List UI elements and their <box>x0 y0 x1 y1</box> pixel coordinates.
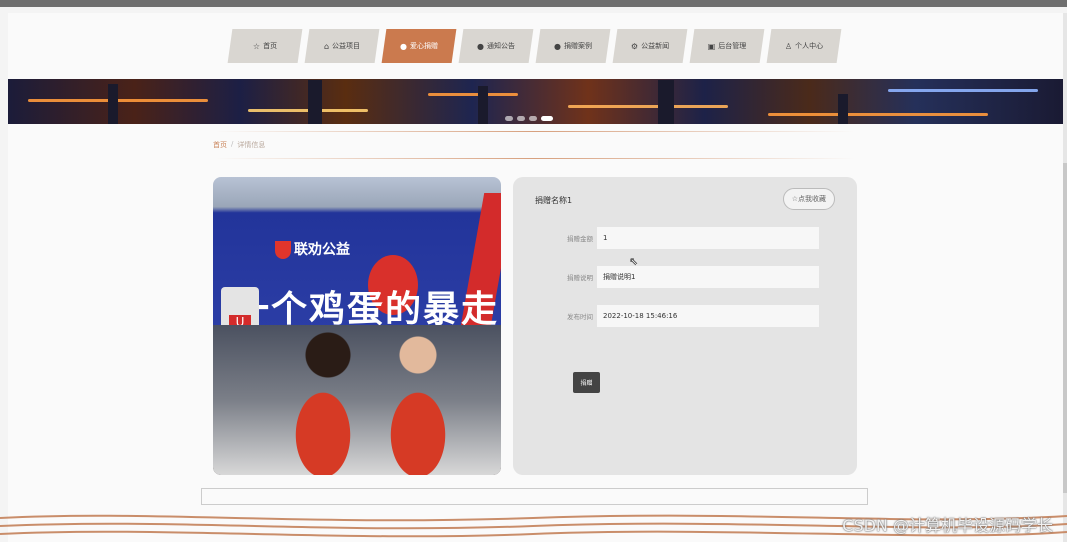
carousel-dot-active[interactable] <box>541 116 553 121</box>
charity-logo: 联劝公益 <box>275 239 350 259</box>
dot-icon: ● <box>477 41 484 51</box>
dot-icon: ● <box>400 41 407 51</box>
scrollbar-thumb[interactable] <box>1063 163 1067 493</box>
favorite-button[interactable]: ☆点我收藏 <box>782 188 835 210</box>
donate-button[interactable]: 捐赠 <box>573 372 600 393</box>
field-publish-time: 发布时间 2022-10-18 15:46:16 <box>543 305 819 327</box>
nav-item-projects[interactable]: ⌂ 公益项目 <box>307 29 377 63</box>
footer-bar <box>201 488 868 505</box>
nav-label: 通知公告 <box>486 42 515 50</box>
user-icon: ♙ <box>784 41 793 51</box>
box-icon: ▣ <box>707 41 716 51</box>
field-value: 捐赠说明1 <box>597 266 819 288</box>
field-value: 1 <box>597 227 819 249</box>
divider <box>215 158 855 159</box>
breadcrumb-home[interactable]: 首页 <box>213 140 227 150</box>
nav-item-notices[interactable]: ● 通知公告 <box>461 29 531 63</box>
home-icon: ⌂ <box>323 41 330 51</box>
breadcrumb-separator: / <box>231 140 234 148</box>
breadcrumb-current: 详情信息 <box>237 141 266 149</box>
breadcrumb: 首页 / 详情信息 <box>213 140 265 150</box>
donation-title: 捐赠名称1 <box>535 196 573 205</box>
donation-photo: 联劝公益 一个鸡蛋的暴走 <box>213 177 501 475</box>
field-description: 捐赠说明 捐赠说明1 <box>543 266 819 288</box>
divider <box>215 131 855 132</box>
watermark: CSDN @计算机毕设源码学长 <box>842 516 1053 535</box>
scrollbar[interactable] <box>1063 13 1067 542</box>
carousel-indicators <box>505 116 553 121</box>
field-amount: 捐赠金额 1 <box>543 227 819 249</box>
main-nav: ☆ 首页 ⌂ 公益项目 ● 爱心捐赠 ● 通知公告 ● 捐赠案例 ⚙ 公益新闻 ▣ 后台管理 … <box>0 29 1067 63</box>
nav-item-cases[interactable]: ● 捐赠案例 <box>538 29 608 63</box>
field-value: 2022-10-18 15:46:16 <box>597 305 819 327</box>
nav-item-profile[interactable]: ♙ 个人中心 <box>769 29 839 63</box>
nav-label: 首页 <box>263 42 278 50</box>
nav-item-news[interactable]: ⚙ 公益新闻 <box>615 29 685 63</box>
nav-label: 个人中心 <box>795 42 824 50</box>
nav-label: 公益项目 <box>332 42 361 50</box>
nav-item-home[interactable]: ☆ 首页 <box>230 29 300 63</box>
window-top-bar <box>0 0 1067 7</box>
field-label: 捐赠说明 <box>567 274 593 282</box>
nav-label: 公益新闻 <box>641 42 670 50</box>
dot-icon: ● <box>554 41 561 51</box>
mouse-cursor-icon: ⇖ <box>629 255 639 268</box>
nav-item-donation[interactable]: ● 爱心捐赠 <box>384 29 454 63</box>
detail-panel: 捐赠名称1 ☆点我收藏 捐赠金额 1 捐赠说明 捐赠说明1 发布时间 2022-… <box>513 177 857 475</box>
field-label: 捐赠金额 <box>567 235 593 243</box>
nav-label: 后台管理 <box>718 42 747 50</box>
star-icon: ☆ <box>252 41 261 51</box>
nav-label: 捐赠案例 <box>563 42 592 50</box>
carousel-dot[interactable] <box>529 116 537 121</box>
carousel-dot[interactable] <box>505 116 513 121</box>
gear-icon: ⚙ <box>630 41 639 51</box>
field-label: 发布时间 <box>567 313 593 321</box>
carousel-dot[interactable] <box>517 116 525 121</box>
nav-label: 爱心捐赠 <box>409 42 438 50</box>
nav-item-admin[interactable]: ▣ 后台管理 <box>692 29 762 63</box>
